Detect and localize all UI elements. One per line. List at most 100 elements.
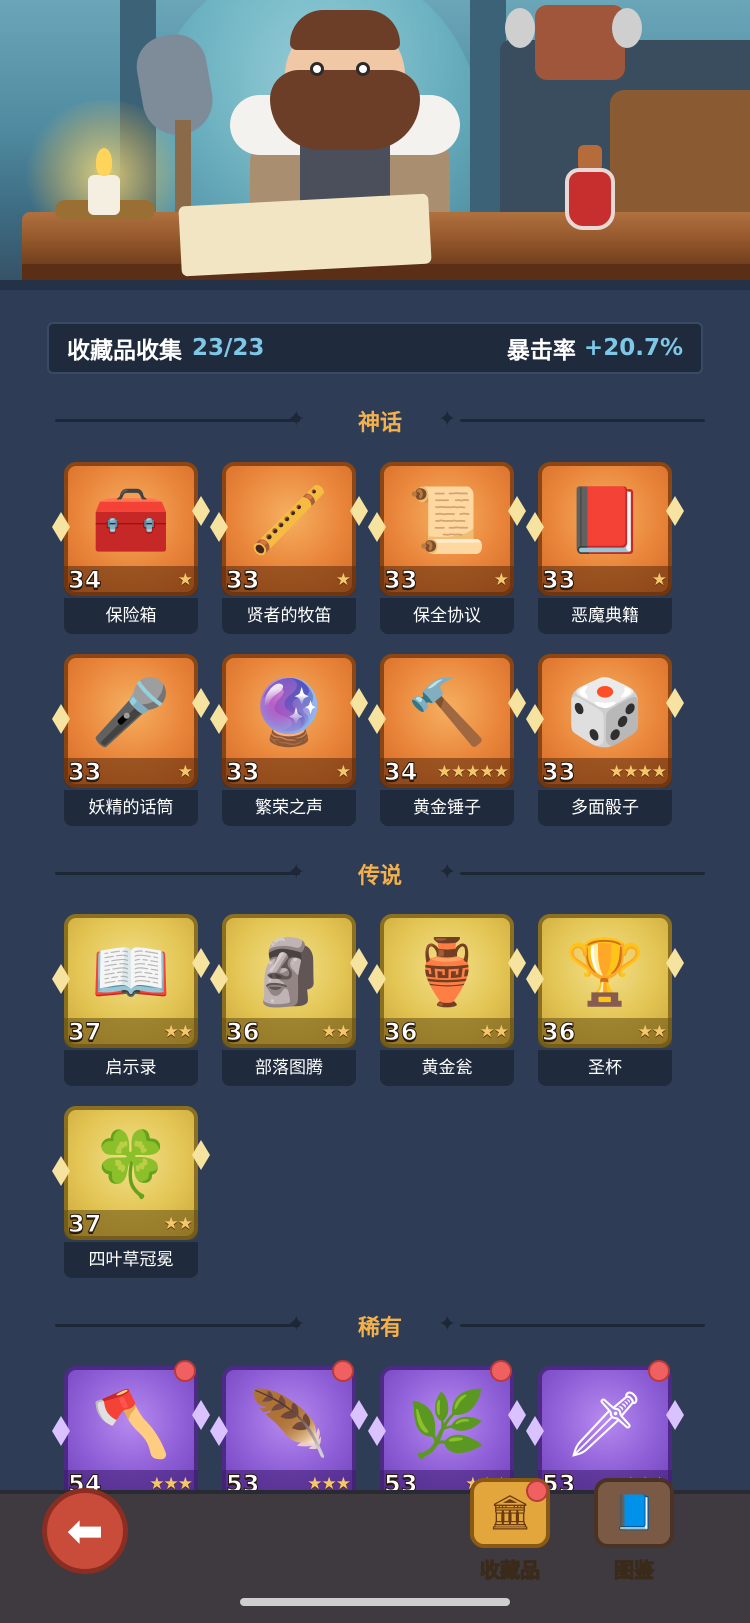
- collectible-card[interactable]: 📖 37 ★★ 启示录: [64, 914, 198, 1086]
- item-level: 37: [67, 1018, 102, 1047]
- tab-codex[interactable]: 📘 图鉴: [584, 1478, 684, 1588]
- chest-icon: [610, 90, 750, 230]
- totem-icon: 🗿: [249, 936, 329, 1010]
- collectible-card[interactable]: 🗿 36 ★★ 部落图腾: [222, 914, 356, 1086]
- scroll-icon: 📜: [407, 484, 487, 558]
- item-name: 妖精的话筒: [64, 790, 198, 826]
- tab-collection-label: 收藏品: [480, 1558, 541, 1583]
- tribal-mask-icon: [535, 5, 625, 80]
- golden-urn-icon: 🏺: [407, 936, 487, 1010]
- frost-dagger-icon: 🗡: [564, 1388, 646, 1462]
- item-name: 保全协议: [380, 598, 514, 634]
- collectible-card[interactable]: 🔮 33 ★ 繁荣之声: [222, 654, 356, 826]
- collectible-card[interactable]: 🪈 33 ★ 贤者的牧笛: [222, 462, 356, 634]
- candle-icon: [88, 175, 120, 215]
- item-name: 启示录: [64, 1050, 198, 1086]
- star-rating: ★★: [163, 1022, 194, 1042]
- demon-book-icon: 📕: [565, 484, 645, 558]
- star-rating: ★★★★: [609, 762, 667, 782]
- section-header-rare: ✦ 稀有 ✦: [55, 1310, 705, 1341]
- open-book-icon: 📖: [91, 936, 171, 1010]
- collectible-card[interactable]: 📜 33 ★ 保全协议: [380, 462, 514, 634]
- hero-banner: [0, 0, 750, 290]
- item-name: 贤者的牧笛: [222, 598, 356, 634]
- item-level: 33: [383, 566, 418, 595]
- collection-count: 23/23: [192, 335, 265, 361]
- item-name: 四叶草冠冕: [64, 1242, 198, 1278]
- item-name: 恶魔典籍: [538, 598, 672, 634]
- item-level: 36: [383, 1018, 418, 1047]
- item-name: 黄金瓮: [380, 1050, 514, 1086]
- notification-dot: [174, 1360, 196, 1382]
- sparkle-icon: ✦: [438, 407, 457, 432]
- notification-dot: [526, 1480, 548, 1502]
- sparkle-icon: ✦: [438, 1312, 457, 1337]
- item-level: 33: [225, 566, 260, 595]
- item-level: 37: [67, 1210, 102, 1239]
- dice-icon: 🎲: [565, 676, 645, 750]
- item-level: 33: [67, 758, 102, 787]
- flute-icon: 🪈: [249, 484, 329, 558]
- star-rating: ★: [177, 762, 193, 782]
- collectible-card[interactable]: 🔨 34 ★★★★★ 黄金锤子: [380, 654, 514, 826]
- star-rating: ★★: [637, 1022, 668, 1042]
- section-header-mythic: ✦ 神话 ✦: [55, 405, 705, 436]
- horn-icon: [612, 8, 642, 48]
- back-arrow-icon: ⬅: [66, 1505, 104, 1557]
- notification-dot: [648, 1360, 670, 1382]
- item-name: 多面骰子: [538, 790, 672, 826]
- star-rating: ★★: [321, 1022, 352, 1042]
- star-rating: ★: [335, 762, 351, 782]
- codex-book-icon: 📘: [594, 1478, 674, 1548]
- star-rating: ★★: [479, 1022, 510, 1042]
- item-level: 36: [225, 1018, 260, 1047]
- item-name: 保险箱: [64, 598, 198, 634]
- notification-dot: [332, 1360, 354, 1382]
- star-rating: ★: [335, 570, 351, 590]
- axe-icon: 🪓: [91, 1388, 171, 1462]
- treasure-chest-icon: 🧰: [91, 484, 171, 558]
- collectible-card[interactable]: 🧰 34 ★ 保险箱: [64, 462, 198, 634]
- item-level: 36: [541, 1018, 576, 1047]
- item-name: 繁荣之声: [222, 790, 356, 826]
- collectible-card[interactable]: 🎲 33 ★★★★ 多面骰子: [538, 654, 672, 826]
- collectible-card[interactable]: 🏺 36 ★★ 黄金瓮: [380, 914, 514, 1086]
- collection-summary: 收藏品收集 23/23 暴击率 +20.7%: [47, 322, 703, 374]
- item-name: 黄金锤子: [380, 790, 514, 826]
- grail-icon: 🏆: [565, 936, 645, 1010]
- vine-icon: 🌿: [407, 1388, 487, 1462]
- tab-codex-label: 图鉴: [614, 1558, 655, 1583]
- item-level: 33: [541, 758, 576, 787]
- star-rating: ★: [177, 570, 193, 590]
- treasure-map-icon: [178, 193, 432, 277]
- star-rating: ★★★★★: [436, 762, 509, 782]
- item-name: 圣杯: [538, 1050, 672, 1086]
- collectible-card[interactable]: 📕 33 ★ 恶魔典籍: [538, 462, 672, 634]
- home-indicator: [240, 1598, 510, 1606]
- star-rating: ★: [651, 570, 667, 590]
- item-name: 部落图腾: [222, 1050, 356, 1086]
- item-level: 34: [383, 758, 418, 787]
- item-level: 33: [225, 758, 260, 787]
- item-level: 33: [541, 566, 576, 595]
- flame-icon: [96, 148, 112, 176]
- collectible-card[interactable]: 🎤 33 ★ 妖精的话筒: [64, 654, 198, 826]
- crit-value: +20.7%: [583, 335, 683, 361]
- back-button[interactable]: ⬅: [42, 1488, 128, 1574]
- item-level: 34: [67, 566, 102, 595]
- star-rating: ★: [493, 570, 509, 590]
- horn-icon: [505, 8, 535, 48]
- sparkle-icon: ✦: [438, 860, 457, 885]
- feather-icon: 🪶: [249, 1388, 329, 1462]
- potion-icon: [565, 168, 615, 230]
- collectible-card[interactable]: 🏆 36 ★★ 圣杯: [538, 914, 672, 1086]
- crit-label: 暴击率: [506, 338, 576, 364]
- section-header-legendary: ✦ 传说 ✦: [55, 858, 705, 889]
- winged-orb-icon: 🔮: [249, 676, 329, 750]
- notification-dot: [490, 1360, 512, 1382]
- golden-hammer-icon: 🔨: [407, 676, 487, 750]
- clover-crown-icon: 🍀: [91, 1128, 171, 1202]
- collection-label: 收藏品收集: [67, 338, 182, 364]
- fairy-microphone-icon: 🎤: [91, 676, 171, 750]
- collectible-card[interactable]: 🍀 37 ★★ 四叶草冠冕: [64, 1106, 198, 1278]
